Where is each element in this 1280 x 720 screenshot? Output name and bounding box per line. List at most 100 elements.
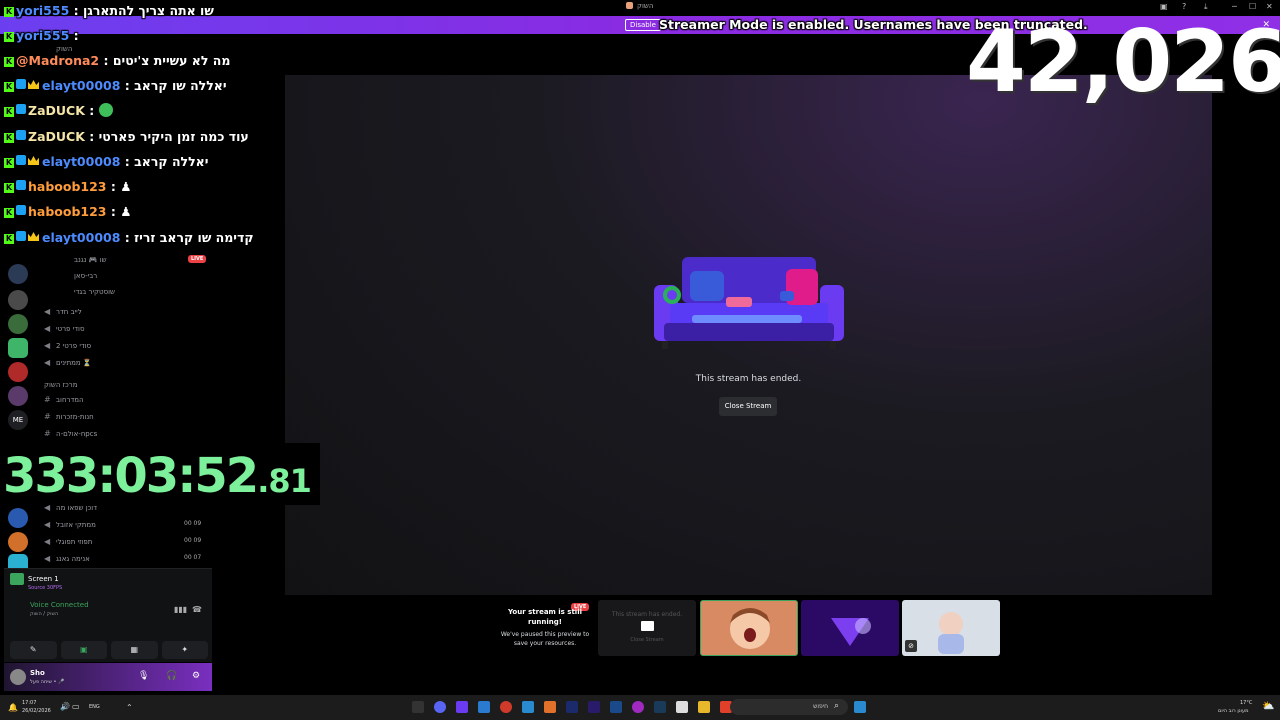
weather-text[interactable]: מעונן רוב היום (1218, 708, 1249, 714)
speaker-icon: ◀ (44, 341, 51, 350)
voice-channel[interactable]: ◀ ממתקי אזובל 00 09 (44, 520, 201, 529)
server-icon-me[interactable]: ME (8, 410, 28, 430)
server-icon[interactable] (8, 508, 28, 528)
premiere-icon[interactable] (588, 701, 600, 713)
settings-icon[interactable]: ⚙ (192, 671, 200, 681)
disconnect-icon[interactable]: ☎ (192, 605, 202, 614)
clock-date[interactable]: 26/02/2026 (22, 708, 51, 714)
disable-streamer-mode-button[interactable]: Disable (625, 19, 661, 31)
server-icon[interactable] (8, 264, 28, 284)
channel-label: לייב חדר (56, 308, 82, 316)
server-icon[interactable] (8, 362, 28, 382)
discord-icon[interactable] (434, 701, 446, 713)
taskbar-app-icon[interactable] (522, 701, 534, 713)
microphone-icon[interactable]: 🎙 (138, 671, 149, 681)
minimize-button[interactable]: ─ (1232, 2, 1237, 11)
user-name[interactable]: Sho (30, 669, 45, 677)
after-effects-icon[interactable] (566, 701, 578, 713)
avatar[interactable] (10, 669, 26, 685)
volume-icon[interactable]: 🔊 (60, 702, 70, 711)
emote-icon: ♟ (120, 204, 132, 219)
chat-user: haboob123 (28, 179, 107, 194)
language-indicator[interactable]: ENG (89, 704, 100, 710)
inbox-icon[interactable]: ▣ (1160, 2, 1168, 11)
user-bar: Sho שיחה פעל • 🎤 🎙 🎧 ⚙ (4, 663, 212, 691)
taskbar-app-icon[interactable] (632, 701, 644, 713)
participant-tile[interactable] (801, 600, 899, 656)
voice-member[interactable]: שו 🎮 נגנב (74, 256, 107, 264)
screen-share-info[interactable]: Screen 1 Source 30FPS (10, 573, 62, 591)
server-icon[interactable] (8, 290, 28, 310)
folder-icon[interactable] (698, 701, 710, 713)
voice-channel[interactable]: ◀ תפוזי תפוגלי 00 09 (44, 537, 201, 546)
taskbar-app-icon[interactable] (478, 701, 490, 713)
participant-tile[interactable] (700, 600, 798, 656)
chat-text: : (89, 103, 95, 118)
network-icon[interactable]: ▭ (72, 702, 80, 711)
chat-message: Kelayt00008 : קדימה שו קראב זריז (4, 230, 254, 245)
chevron-up-icon[interactable]: ⌃ (126, 703, 133, 712)
voice-channel[interactable]: ◀ סודי פרטי 2 (44, 341, 91, 350)
voice-channel[interactable]: ◀ ממתינים ⏳ (44, 358, 92, 367)
close-stream-button[interactable]: Close Stream (719, 397, 777, 416)
text-channel[interactable]: # חנות-מזכרות (44, 412, 94, 421)
text-channel[interactable]: # המדרחוב (44, 395, 84, 404)
category-header[interactable]: מרכז השוק (44, 381, 77, 389)
voice-member[interactable]: רבי-סאן (74, 272, 97, 280)
voice-channel[interactable]: ◀ אנימה גאנג 00 07 (44, 554, 201, 563)
server-icon[interactable] (8, 386, 28, 406)
voice-member[interactable]: שוסטקיר בגדי (74, 288, 115, 296)
voice-channel[interactable]: ◀ לייב חדר (44, 307, 82, 316)
chat-message: Khaboob123 : ♟ (4, 204, 132, 219)
chat-text: : (110, 204, 116, 219)
server-icon[interactable] (8, 338, 28, 358)
obs-icon[interactable] (500, 701, 512, 713)
taskbar-app-icon[interactable] (456, 701, 468, 713)
chat-message: K ZaDUCK : (4, 103, 113, 118)
maximize-button[interactable]: ☐ (1249, 2, 1256, 11)
text-channel[interactable]: # אולם-ה-npcs (44, 429, 97, 438)
noise-suppression-icon[interactable]: ▮▮▮ (174, 605, 187, 614)
chat-message: Kelayt00008 : יאללה קראב (4, 154, 209, 169)
photoshop-icon[interactable] (610, 701, 622, 713)
calendar-icon[interactable] (676, 701, 688, 713)
speaker-icon: ◀ (44, 554, 51, 563)
windows-start-icon[interactable] (854, 701, 866, 713)
weather-temp[interactable]: 17°C (1240, 700, 1252, 706)
monitor-icon (641, 621, 654, 631)
headphones-icon[interactable]: 🎧 (166, 671, 177, 681)
server-icon[interactable] (8, 314, 28, 334)
taskbar-search[interactable]: חיפוש (730, 699, 848, 715)
participant-tile[interactable]: ⊘ (902, 600, 1000, 656)
chat-user: haboob123 (28, 204, 107, 219)
camera-off-button[interactable]: ✎ (10, 641, 57, 659)
own-stream-tile[interactable]: LIVE Your stream is still running! We've… (497, 600, 595, 656)
server-name[interactable]: השוק (56, 45, 72, 53)
clock-time[interactable]: 17:07 (22, 700, 36, 706)
steam-icon[interactable] (654, 701, 666, 713)
notification-icon[interactable]: 🔔 (8, 703, 18, 712)
screen-share-icon (10, 573, 24, 585)
server-icon[interactable] (8, 532, 28, 552)
chat-text: : יאללה שו קראב (124, 78, 227, 93)
help-icon[interactable]: ? (1182, 2, 1186, 11)
taskbar-app-icon[interactable] (544, 701, 556, 713)
voice-connected-label[interactable]: Voice Connected (30, 601, 89, 609)
voice-channel[interactable]: ◀ סודי פרטי (44, 324, 85, 333)
chat-user: @Madrona2 (16, 53, 100, 68)
soundboard-button[interactable]: ✦ (161, 641, 208, 659)
channel-label: אנימה גאנג (56, 555, 90, 563)
screen-share-title: Screen 1 (28, 575, 59, 583)
activities-button[interactable]: ▦ (111, 641, 158, 659)
channel-label: אולם-ה-npcs (56, 430, 98, 438)
tile-ended-text: This stream has ended. (611, 611, 683, 618)
download-icon[interactable]: ⤓ (1204, 2, 1208, 12)
ended-stream-tile[interactable]: This stream has ended. Close Stream (598, 600, 696, 656)
taskbar: 17:07 26/02/2026 🔔 🔊 ▭ ENG ⌃ חיפוש ⌕ 17°… (0, 695, 1280, 720)
live-badge: LIVE (188, 255, 207, 263)
paused-title: Your stream is still running! (508, 608, 582, 626)
weather-icon[interactable]: ⛅ (1262, 701, 1274, 712)
close-window-button[interactable]: ✕ (1266, 2, 1273, 11)
screen-share-button[interactable]: ▣ (60, 641, 107, 659)
taskbar-app-icon[interactable] (412, 701, 424, 713)
